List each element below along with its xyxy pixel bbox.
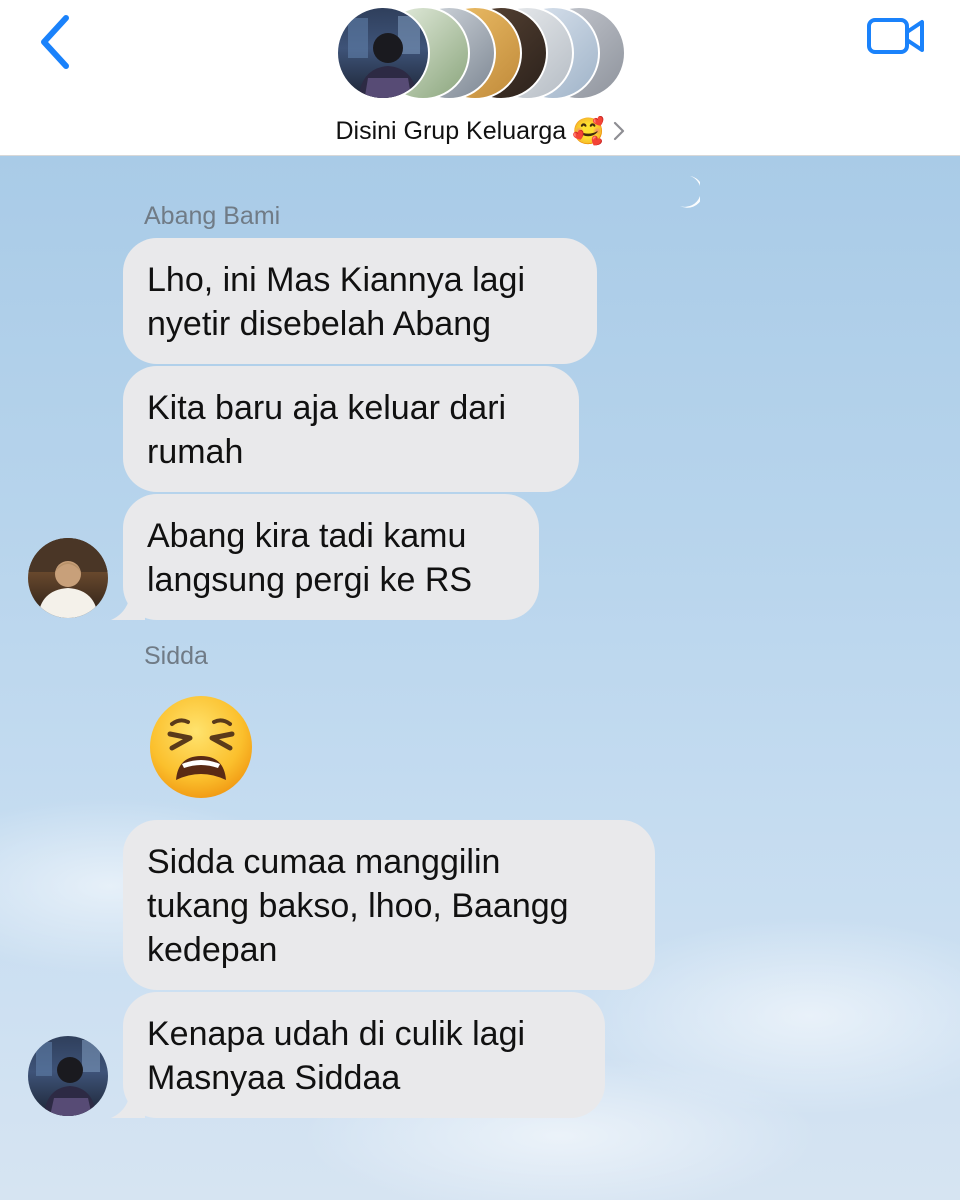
bubble-tail (111, 590, 145, 620)
message-line: kedepan (147, 931, 278, 969)
message-line: langsung pergi ke RS (147, 561, 473, 599)
message-line: Kita baru aja keluar dari (147, 389, 507, 427)
group-emoji: 🥰 (572, 116, 605, 146)
message-line: Masnyaa Siddaa (147, 1059, 401, 1097)
message-bubble[interactable]: Abang kira tadi kamu langsung pergi ke R… (111, 494, 539, 620)
message-line: tukang bakso, lhoo, Baangg (147, 887, 569, 925)
message-line: Lho, ini Mas Kiannya lagi (147, 261, 526, 299)
chevron-right-icon (613, 121, 624, 141)
message-bubble[interactable]: Sidda cumaa manggilin tukang bakso, lhoo… (123, 820, 655, 990)
sender-avatar[interactable] (28, 1036, 108, 1116)
back-button[interactable] (30, 12, 80, 72)
message-line: Kenapa udah di culik lagi (147, 1015, 526, 1053)
message-bubble[interactable]: Kita baru aja keluar dari rumah (123, 366, 579, 492)
sender-name: Abang Bami (144, 202, 281, 230)
chat-background: Abang Bami Lho, ini Mas Kiannya lagi nye… (0, 156, 960, 1200)
member-avatar (336, 6, 430, 100)
sender-avatar[interactable] (28, 538, 108, 618)
group-info-button[interactable]: Disini Grup Keluarga 🥰 (0, 112, 960, 150)
bubble-tail (111, 1088, 145, 1118)
message-line: Sidda cumaa manggilin (147, 843, 501, 881)
message-bubble[interactable]: Lho, ini Mas Kiannya lagi nyetir disebel… (123, 238, 597, 364)
group-title: Disini Grup Keluarga (335, 116, 567, 145)
person-photo-icon (348, 16, 420, 98)
video-call-button[interactable] (866, 14, 926, 58)
group-avatar-stack[interactable] (336, 6, 626, 102)
message-line: rumah (147, 433, 244, 471)
chevron-left-icon (41, 15, 69, 69)
message-line: Abang kira tadi kamu (147, 517, 467, 555)
person-photo-icon (36, 1040, 100, 1116)
video-camera-icon (867, 18, 924, 54)
sender-name: Sidda (144, 642, 208, 670)
chat-header: Disini Grup Keluarga 🥰 (0, 0, 960, 156)
moon-icon (680, 176, 700, 208)
tired-face-emoji (150, 696, 252, 798)
message-line: nyetir disebelah Abang (147, 305, 492, 343)
person-photo-icon (28, 538, 108, 618)
message-bubble[interactable]: Kenapa udah di culik lagi Masnyaa Siddaa (111, 992, 605, 1118)
